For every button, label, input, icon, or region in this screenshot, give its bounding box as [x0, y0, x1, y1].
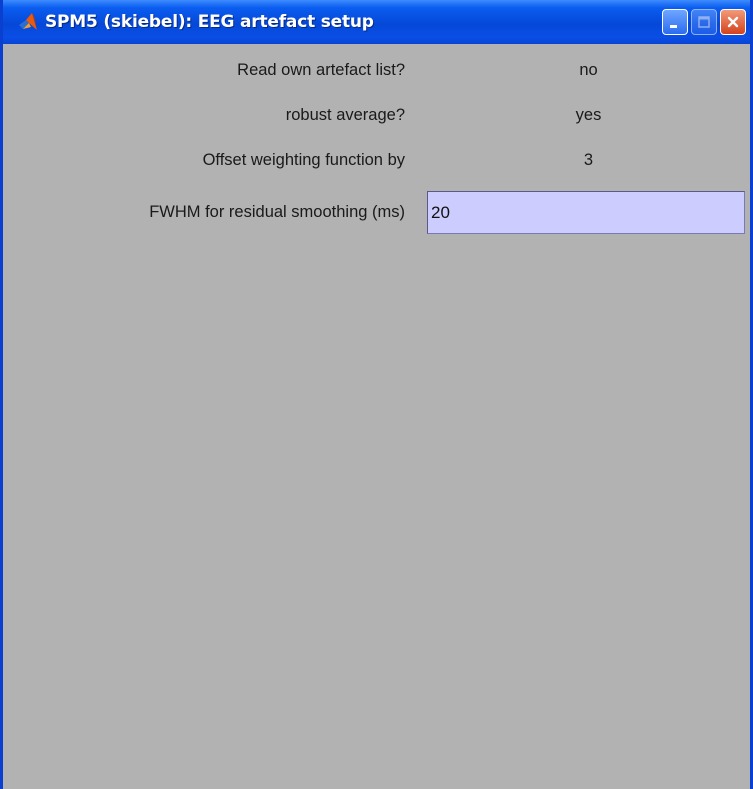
title-bar[interactable]: SPM5 (skiebel): EEG artefact setup: [3, 0, 750, 44]
window-title: SPM5 (skiebel): EEG artefact setup: [45, 12, 374, 32]
fwhm-smoothing-input[interactable]: [427, 191, 745, 234]
offset-weighting-row: Offset weighting function by 3: [3, 142, 750, 178]
app-window: SPM5 (skiebel): EEG artefact setup Read …: [0, 0, 753, 789]
window-controls: [662, 9, 746, 35]
robust-average-row: robust average? yes: [3, 97, 750, 133]
dialog-body: Read own artefact list? no robust averag…: [3, 44, 750, 789]
fwhm-smoothing-label: FWHM for residual smoothing (ms): [149, 202, 405, 221]
read-artefact-list-label: Read own artefact list?: [237, 60, 405, 79]
minimize-button[interactable]: [662, 9, 688, 35]
offset-weighting-label: Offset weighting function by: [202, 150, 405, 169]
read-artefact-list-row: Read own artefact list? no: [3, 52, 750, 88]
minimize-icon: [670, 25, 677, 28]
maximize-button[interactable]: [691, 9, 717, 35]
robust-average-label: robust average?: [285, 105, 405, 124]
close-icon: [727, 16, 739, 28]
read-artefact-list-value[interactable]: no: [430, 52, 747, 88]
robust-average-value[interactable]: yes: [430, 97, 747, 133]
maximize-icon: [698, 16, 710, 28]
offset-weighting-value[interactable]: 3: [430, 142, 747, 178]
close-button[interactable]: [720, 9, 746, 35]
matlab-icon[interactable]: [17, 11, 39, 33]
